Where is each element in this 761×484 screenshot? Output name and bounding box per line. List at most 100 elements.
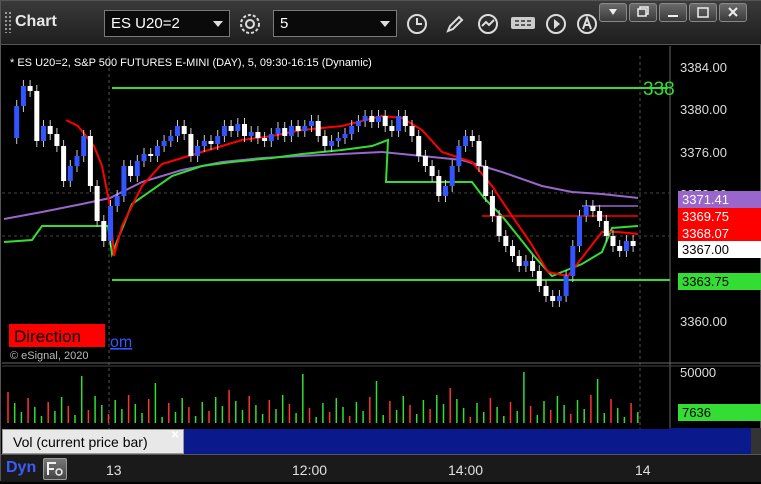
candle [67,166,73,181]
watermark-link[interactable]: om [110,334,132,351]
candle [617,246,623,251]
volume-panel-label[interactable]: Vol (current price bar) [2,429,184,454]
restore-icon [637,6,649,17]
candle [148,154,154,156]
candle [47,126,53,134]
candle [248,132,254,136]
draw-button[interactable] [441,10,468,37]
gear-icon [239,13,260,34]
price-tag-ma: 3371.41 [678,191,761,208]
time-label: 14 [635,462,651,478]
candle [134,161,140,176]
watermark: © eSignal, 2020 [10,350,88,362]
candle [355,121,361,126]
candle [389,126,395,131]
candle [295,126,301,131]
minimize-button[interactable] [659,3,687,22]
candle [268,134,274,141]
fit-button[interactable] [43,458,67,480]
candle [536,271,542,286]
price-tag-text: 3363.75 [682,274,729,289]
symbol-value: ES U20=2 [111,15,180,32]
scrollbar-thumb[interactable] [751,428,761,454]
maximize-button[interactable] [689,3,717,22]
candle [282,128,288,136]
panel-scrollbar[interactable] [669,428,761,454]
candle [335,138,341,141]
drag-grip-icon[interactable] [4,11,12,33]
interval-combo[interactable]: 5 [273,10,397,37]
candle [476,141,482,166]
candle [603,221,609,236]
play-button[interactable] [542,10,569,37]
candle [195,146,201,156]
maximize-icon [697,7,709,18]
candle [503,236,509,246]
candle [630,241,636,246]
candle [27,86,33,91]
price-tag-last: 3367.00 [678,241,761,258]
candle [550,296,556,301]
window-menu-button[interactable] [599,3,627,22]
candle [597,211,603,221]
candle [188,134,194,156]
price-tag-red: 3369.75 [678,208,761,225]
dynamic-scale-label[interactable]: Dyn [6,459,36,477]
candle [362,116,368,121]
candle [235,124,241,131]
candle [61,146,67,181]
studies-button[interactable] [475,10,502,37]
settings-button[interactable] [236,10,263,37]
get-button[interactable] [509,10,536,37]
volume-tag: 7636 [682,405,711,420]
candle [590,206,596,211]
alert-button[interactable] [573,10,600,37]
candle [583,206,589,216]
candle [201,141,207,146]
time-button[interactable] [403,10,430,37]
candle [570,246,576,276]
candle [168,136,174,141]
candle [228,126,234,131]
price-chart[interactable]: * ES U20=2, S&P 500 FUTURES E-MINI (DAY)… [2,46,761,454]
candle [382,116,388,126]
clock-icon [406,13,427,34]
candle [154,146,160,156]
candle [208,141,214,144]
time-label: 13 [106,462,122,478]
candle [469,136,475,141]
time-axis[interactable]: Dyn 13 12:00 14:00 14 [1,454,761,482]
close-icon [728,7,738,17]
candle [74,156,80,166]
candle [322,136,328,146]
candle [623,241,629,251]
toolbar: Chart ES U20=2 5 [1,1,761,45]
candle [54,134,60,146]
chart-line-icon [477,13,498,34]
symbol-combo[interactable]: ES U20=2 [104,10,230,37]
minimize-icon [668,15,678,17]
interval-value: 5 [280,15,289,32]
price-tag-text: 3367.00 [682,242,729,257]
candle [449,166,455,186]
candle [516,256,522,266]
candle [483,166,489,196]
candle [41,126,46,141]
close-icon[interactable]: × [171,426,179,442]
candle [262,138,268,141]
candle [275,128,281,134]
close-button[interactable] [719,3,747,22]
candle [429,166,435,176]
chevron-down-icon [380,21,390,27]
get-data-icon [510,16,535,29]
candle [416,136,422,156]
candle [577,216,582,246]
candle [523,261,529,266]
fit-icon [47,462,63,476]
candle [489,196,495,216]
candle [463,136,469,146]
window-menu-icon [609,9,617,15]
candle [288,126,294,136]
restore-button[interactable] [629,3,657,22]
candle [87,136,93,186]
